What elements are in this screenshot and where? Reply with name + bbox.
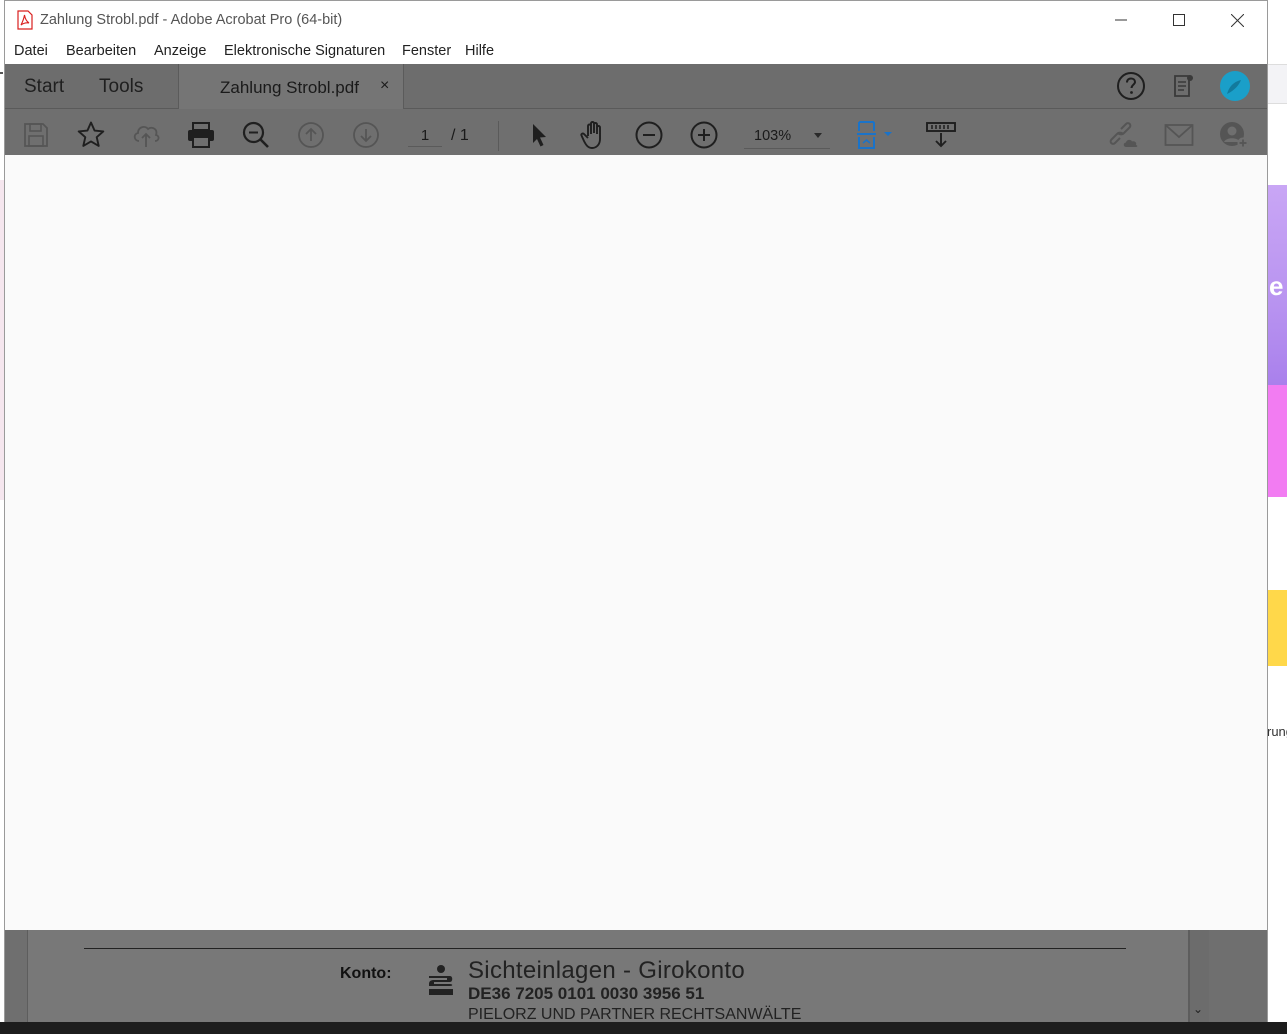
document-tab-label: Zahlung Strobl.pdf [220, 78, 359, 97]
zoom-out-button[interactable] [633, 120, 665, 150]
minimize-button[interactable] [1092, 1, 1150, 39]
link-cloud-icon [1109, 122, 1138, 147]
star-icon [77, 121, 105, 147]
cursor-arrow-icon [533, 124, 546, 147]
hand-tool-button[interactable] [578, 120, 610, 150]
menu-bearbeiten[interactable]: Bearbeiten [66, 43, 136, 59]
tab-start[interactable]: Start [24, 76, 64, 98]
printer-icon [188, 122, 214, 148]
account-name: Sichteinlagen - Girokonto [468, 957, 745, 984]
background-address-bar [1267, 64, 1287, 104]
save-icon [24, 123, 48, 147]
pdf-page: Konto: Sichteinlagen - Girokonto DE36 72… [27, 930, 1189, 1022]
select-tool-button[interactable] [523, 120, 555, 150]
envelope-icon [1164, 124, 1194, 146]
tab-tools[interactable]: Tools [99, 76, 143, 98]
notifications-button[interactable] [1167, 70, 1199, 102]
menu-datei[interactable]: Datei [14, 43, 48, 59]
background-banner-purple: e [1267, 185, 1287, 385]
minimize-icon [1115, 19, 1127, 21]
zoom-in-button[interactable] [688, 120, 720, 150]
account-iban: DE36 7205 0101 0030 3956 51 [468, 984, 705, 1003]
background-text-fragment: rung [1267, 724, 1287, 739]
close-tab-button[interactable]: × [380, 77, 389, 95]
fit-page-button[interactable] [854, 120, 898, 150]
menu-fenster[interactable]: Fenster [402, 43, 451, 59]
horizontal-rule [84, 948, 1126, 949]
fit-page-icon [857, 121, 892, 149]
background-banner-pink [1267, 385, 1287, 497]
document-view[interactable]: Konto: Sichteinlagen - Girokonto DE36 72… [5, 930, 1267, 1022]
next-page-button[interactable] [350, 120, 382, 150]
chevron-down-icon [814, 133, 822, 138]
save-button[interactable] [20, 120, 52, 150]
acrobat-window: Zahlung Strobl.pdf - Adobe Acrobat Pro (… [4, 0, 1268, 1022]
minus-circle-icon [635, 121, 663, 149]
background-banner-yellow [1267, 590, 1287, 666]
add-user-button[interactable] [1218, 120, 1250, 150]
bookmark-star-button[interactable] [75, 120, 107, 150]
email-button[interactable] [1163, 120, 1195, 150]
page-total: / 1 [451, 127, 469, 144]
arrow-up-circle-icon [298, 122, 324, 148]
zoom-value: 103% [754, 128, 792, 144]
menu-bar: Datei Bearbeiten Anzeige Elektronische S… [5, 39, 1267, 64]
konto-label: Konto: [340, 965, 392, 982]
taskbar [0, 1022, 1287, 1034]
close-icon [1230, 13, 1244, 27]
help-icon [1117, 72, 1145, 100]
scrolling-mode-button[interactable] [923, 120, 959, 150]
add-user-icon [1220, 122, 1249, 149]
close-window-button[interactable] [1208, 1, 1266, 39]
print-button[interactable] [185, 120, 217, 150]
zoom-find-button[interactable] [240, 120, 272, 150]
hand-icon [580, 121, 601, 149]
scroll-down-arrow-icon[interactable]: ⌄ [1193, 1002, 1203, 1016]
quick-tools-toolbar: / 1 103% [5, 109, 1267, 155]
page-number-input[interactable] [408, 125, 442, 147]
tab-bar: Start Tools Zahlung Strobl.pdf × [5, 64, 1267, 109]
plus-circle-icon [690, 121, 718, 149]
title-bar[interactable]: Zahlung Strobl.pdf - Adobe Acrobat Pro (… [5, 1, 1267, 39]
user-avatar-button[interactable] [1219, 70, 1251, 102]
share-link-button[interactable] [1108, 120, 1140, 150]
maximize-button[interactable] [1150, 1, 1208, 39]
scroll-mode-icon [926, 122, 956, 148]
acrobat-pdf-icon [17, 10, 33, 30]
menu-hilfe[interactable]: Hilfe [465, 43, 494, 59]
background-edge-mark [0, 72, 3, 74]
toolbar-separator [498, 121, 499, 151]
blank-overlay-panel [5, 155, 1267, 930]
arrow-down-circle-icon [353, 122, 379, 148]
zoom-level-dropdown[interactable]: 103% [744, 123, 830, 149]
help-button[interactable] [1115, 70, 1147, 102]
maximize-icon [1173, 14, 1185, 26]
sparkasse-logo-icon [429, 965, 453, 995]
upload-cloud-button[interactable] [130, 120, 162, 150]
cloud-upload-icon [133, 126, 160, 147]
menu-elektronische-signaturen[interactable]: Elektronische Signaturen [224, 43, 385, 59]
magnifier-icon [242, 121, 269, 148]
background-browser-window: e rung [1267, 0, 1287, 1034]
menu-anzeige[interactable]: Anzeige [154, 43, 206, 59]
previous-page-button[interactable] [295, 120, 327, 150]
background-banner-letter: e [1269, 271, 1284, 301]
document-notification-icon [1174, 75, 1193, 97]
avatar-icon [1220, 71, 1250, 101]
window-title: Zahlung Strobl.pdf - Adobe Acrobat Pro (… [40, 12, 343, 28]
tab-document[interactable]: Zahlung Strobl.pdf × [178, 64, 404, 109]
account-holder: PIELORZ UND PARTNER RECHTSANWÄLTE [468, 1006, 802, 1022]
